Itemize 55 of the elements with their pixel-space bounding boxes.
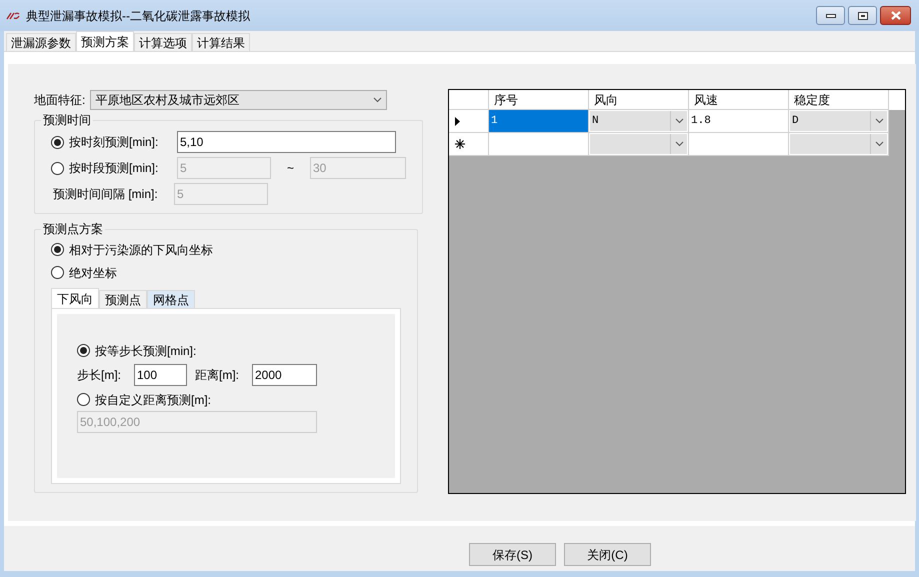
- chevron-down-icon: [373, 97, 382, 103]
- tab[interactable]: 网格点: [147, 290, 195, 308]
- range-separator: ~: [286, 160, 295, 177]
- table-cell[interactable]: [689, 133, 789, 156]
- window-title: 典型泄漏事故模拟--二氧化碳泄露事故模拟: [26, 8, 250, 24]
- radio-label: 按等步长预测[min]:: [95, 342, 196, 360]
- app-logo-icon: [6, 12, 20, 20]
- current-row-icon: [455, 116, 460, 126]
- radio-label: 按时段预测[min]:: [69, 160, 160, 177]
- field-label: 距离[m]:: [194, 367, 240, 384]
- radio-label: 按自定义距离预测[m]:: [95, 392, 211, 408]
- combo-cell[interactable]: N: [589, 110, 689, 133]
- radio-button[interactable]: [77, 393, 90, 406]
- close-icon: [890, 11, 900, 20]
- radio-label: 按时刻预测[min]:: [69, 134, 160, 151]
- dialog-button[interactable]: 保存(S): [469, 543, 556, 566]
- radio-button[interactable]: [51, 266, 64, 279]
- dialog-button[interactable]: 关闭(C): [564, 543, 651, 566]
- combo-cell[interactable]: [589, 133, 689, 156]
- combo-cell[interactable]: [789, 133, 889, 156]
- combo-cell[interactable]: D: [789, 110, 889, 133]
- terrain-dropdown[interactable]: 平原地区农村及城市远郊区: [90, 90, 388, 110]
- radio-button[interactable]: [77, 344, 90, 357]
- restore-icon: [858, 12, 868, 20]
- input-field[interactable]: 100: [134, 364, 187, 386]
- minimize-icon: [826, 14, 836, 18]
- maximize-button[interactable]: [848, 6, 877, 25]
- tab[interactable]: 计算选项: [134, 33, 192, 51]
- table-cell[interactable]: 1: [489, 110, 589, 133]
- tab[interactable]: 预测点: [99, 290, 147, 308]
- group-title: 预测点方案: [42, 221, 104, 238]
- table-cell[interactable]: 1.8: [689, 110, 789, 133]
- minimize-button[interactable]: [816, 6, 845, 25]
- group-title: 预测时间: [42, 112, 92, 129]
- tab[interactable]: 预测方案: [76, 31, 134, 51]
- chevron-down-icon: [674, 141, 684, 147]
- input-field[interactable]: 2000: [252, 364, 317, 386]
- field-label: 地面特征:: [34, 92, 86, 109]
- radio-label: 相对于污染源的下风向坐标: [69, 242, 213, 258]
- tab[interactable]: 下风向: [51, 288, 99, 308]
- field-label: 步长[m]:: [77, 367, 122, 384]
- radio-button[interactable]: [51, 162, 64, 174]
- new-row-icon: [455, 139, 465, 149]
- input-field[interactable]: 5,10: [177, 131, 396, 153]
- chevron-down-icon: [874, 118, 884, 124]
- close-button[interactable]: [880, 6, 911, 25]
- radio-button[interactable]: [51, 243, 64, 256]
- table-cell[interactable]: [489, 133, 589, 156]
- radio-label: 绝对坐标: [69, 264, 117, 282]
- chevron-down-icon: [874, 141, 884, 147]
- radio-button[interactable]: [51, 136, 64, 148]
- tab[interactable]: 泄漏源参数: [6, 33, 76, 51]
- chevron-down-icon: [674, 118, 684, 124]
- field-label: 预测时间间隔 [min]:: [52, 186, 159, 203]
- tab[interactable]: 计算结果: [192, 33, 250, 51]
